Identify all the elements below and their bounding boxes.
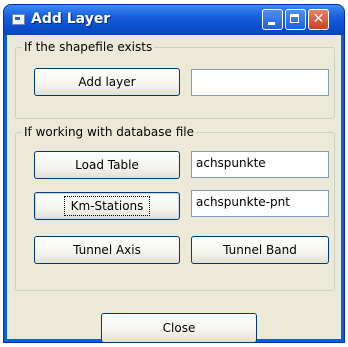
close-label: Close	[162, 321, 196, 335]
shapefile-group-label: If the shapefile exists	[22, 40, 155, 54]
maximize-button[interactable]	[285, 9, 306, 30]
title-bar[interactable]: Add Layer ✕	[4, 5, 344, 35]
tunnel-band-button[interactable]: Tunnel Band	[191, 236, 329, 264]
tunnel-band-label: Tunnel Band	[223, 243, 297, 257]
stations-field[interactable]: achspunkte-pnt	[191, 190, 329, 217]
database-group: If working with database file Load Table…	[15, 125, 335, 291]
close-button[interactable]: Close	[101, 313, 257, 343]
tunnel-axis-button[interactable]: Tunnel Axis	[34, 236, 180, 264]
tunnel-axis-label: Tunnel Axis	[73, 243, 141, 257]
add-layer-field[interactable]	[191, 69, 329, 96]
table-name-field[interactable]: achspunkte	[191, 151, 329, 178]
add-layer-window: Add Layer ✕ If the shapefile exists Add …	[3, 4, 345, 343]
minimize-button[interactable]	[262, 9, 283, 30]
load-table-label: Load Table	[75, 158, 139, 172]
add-layer-label: Add layer	[78, 75, 136, 89]
close-icon: ✕	[312, 11, 325, 27]
load-table-button[interactable]: Load Table	[34, 151, 180, 179]
km-stations-button[interactable]: Km-Stations	[34, 192, 180, 220]
dialog-body: If the shapefile exists Add layer If wor…	[7, 35, 341, 343]
shapefile-group: If the shapefile exists Add layer	[15, 40, 335, 119]
database-group-label: If working with database file	[22, 125, 196, 139]
km-stations-label: Km-Stations	[63, 196, 151, 216]
window-title: Add Layer	[31, 11, 111, 27]
add-layer-button[interactable]: Add layer	[34, 68, 180, 96]
app-icon	[12, 14, 25, 25]
close-window-button[interactable]: ✕	[308, 9, 329, 30]
